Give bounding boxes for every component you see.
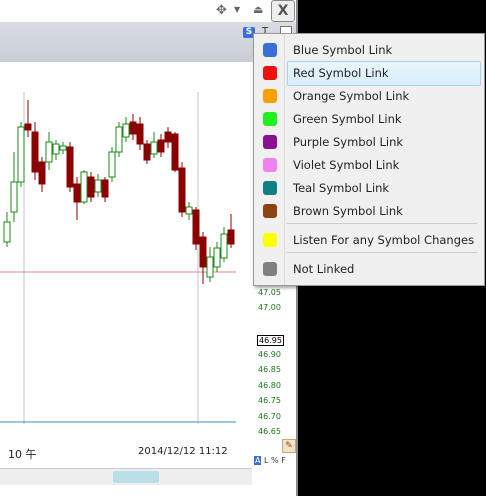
candle-body <box>45 141 53 163</box>
candle-body <box>24 123 32 131</box>
candle-body <box>192 209 200 245</box>
candle-body <box>10 181 18 213</box>
candle-body <box>52 143 60 155</box>
menu-item-label: Violet Symbol Link <box>293 158 400 172</box>
menu-item-label: Brown Symbol Link <box>293 204 403 218</box>
x-axis-label-time: 10 午 <box>8 448 37 461</box>
y-tick: 47.05 <box>258 288 281 297</box>
color-swatch-icon <box>263 233 277 247</box>
candles <box>3 100 235 284</box>
candle-body <box>220 233 228 259</box>
last-price-tag: 46.95 <box>257 335 284 346</box>
y-tick: 46.90 <box>258 350 281 359</box>
menu-item-red-symbol-link[interactable]: Red Symbol Link <box>254 62 484 85</box>
color-swatch-icon <box>263 204 277 218</box>
candle-body <box>101 179 109 198</box>
menu-item-listen-any[interactable]: Listen For any Symbol Changes <box>254 229 484 252</box>
x-axis-label-datetime: 2014/12/12 11:12 <box>138 446 228 457</box>
candle-body <box>73 183 81 203</box>
menu-item-label: Orange Symbol Link <box>293 89 410 103</box>
menu-item-label: Blue Symbol Link <box>293 43 393 57</box>
price-chart[interactable]: 10 午 2014/12/12 11:12 <box>0 62 252 462</box>
candle-body <box>213 247 221 268</box>
y-tick: 47.00 <box>258 303 281 312</box>
candle-body <box>38 161 46 185</box>
y-tick: 46.85 <box>258 365 281 374</box>
color-swatch-icon <box>263 112 277 126</box>
menu-item-label: Red Symbol Link <box>293 66 389 80</box>
color-swatch-icon <box>263 43 277 57</box>
candle-body <box>143 143 151 161</box>
candle-body <box>94 179 102 193</box>
chart-mode-buttons: A L % F <box>254 456 286 465</box>
candle-body <box>129 121 137 135</box>
percent-scale-button[interactable]: % <box>271 456 279 465</box>
color-swatch-icon <box>263 181 277 195</box>
y-tick: 46.70 <box>258 412 281 421</box>
menu-item-label: Purple Symbol Link <box>293 135 404 149</box>
candle-body <box>164 131 172 143</box>
candle-body <box>157 139 165 153</box>
symbol-link-menu: Blue Symbol Link Red Symbol Link Orange Sy… <box>253 33 485 286</box>
candle-body <box>66 146 74 188</box>
menu-item-not-linked[interactable]: Not Linked <box>254 258 484 281</box>
title-bar: ✥ ▼ ⏏ X <box>0 0 298 22</box>
menu-item-label: Green Symbol Link <box>293 112 402 126</box>
menu-separator <box>287 223 477 224</box>
candle-body <box>199 236 207 268</box>
candle-body <box>31 131 39 173</box>
candle-body <box>227 229 235 245</box>
close-button[interactable]: X <box>271 0 295 22</box>
color-swatch-icon <box>263 262 277 276</box>
y-tick: 46.75 <box>258 396 281 405</box>
menu-item-label: Listen For any Symbol Changes <box>293 233 475 247</box>
scrollbar-thumb[interactable] <box>113 471 159 483</box>
color-swatch-icon <box>263 66 277 80</box>
menu-item-label: Teal Symbol Link <box>293 181 390 195</box>
menu-item-purple-symbol-link[interactable]: Purple Symbol Link <box>254 131 484 154</box>
candle-body <box>171 133 179 171</box>
candle-body <box>108 151 116 178</box>
menu-item-violet-symbol-link[interactable]: Violet Symbol Link <box>254 154 484 177</box>
candle-body <box>87 176 95 198</box>
candle-body <box>3 221 11 243</box>
color-swatch-icon <box>263 135 277 149</box>
menu-separator <box>287 252 477 253</box>
move-icon[interactable]: ✥ <box>216 3 227 18</box>
fit-button[interactable]: F <box>281 456 286 465</box>
candle-body <box>185 206 193 215</box>
log-scale-button[interactable]: L <box>264 456 268 465</box>
color-swatch-icon <box>263 158 277 172</box>
y-tick: 46.80 <box>258 381 281 390</box>
candle-body <box>80 171 88 203</box>
candle-body <box>122 123 130 138</box>
menu-item-blue-symbol-link[interactable]: Blue Symbol Link <box>254 39 484 62</box>
auto-scale-button[interactable]: A <box>254 456 262 465</box>
pencil-icon[interactable]: ✎ <box>282 439 296 453</box>
menu-item-orange-symbol-link[interactable]: Orange Symbol Link <box>254 85 484 108</box>
candle-body <box>206 256 214 278</box>
menu-item-green-symbol-link[interactable]: Green Symbol Link <box>254 108 484 131</box>
candle-body <box>178 167 186 213</box>
menu-item-teal-symbol-link[interactable]: Teal Symbol Link <box>254 177 484 200</box>
pin-icon[interactable]: ⏏ <box>253 3 263 16</box>
candle-body <box>17 126 25 183</box>
candlestick-plot <box>0 92 236 424</box>
candle-body <box>115 126 123 153</box>
candle-body <box>136 123 144 145</box>
chevron-down-icon[interactable]: ▼ <box>234 5 240 14</box>
candle-body <box>150 141 158 155</box>
menu-item-brown-symbol-link[interactable]: Brown Symbol Link <box>254 200 484 223</box>
y-tick: 46.65 <box>258 427 281 436</box>
color-swatch-icon <box>263 89 277 103</box>
menu-item-label: Not Linked <box>293 262 355 276</box>
candle-body <box>59 145 67 151</box>
